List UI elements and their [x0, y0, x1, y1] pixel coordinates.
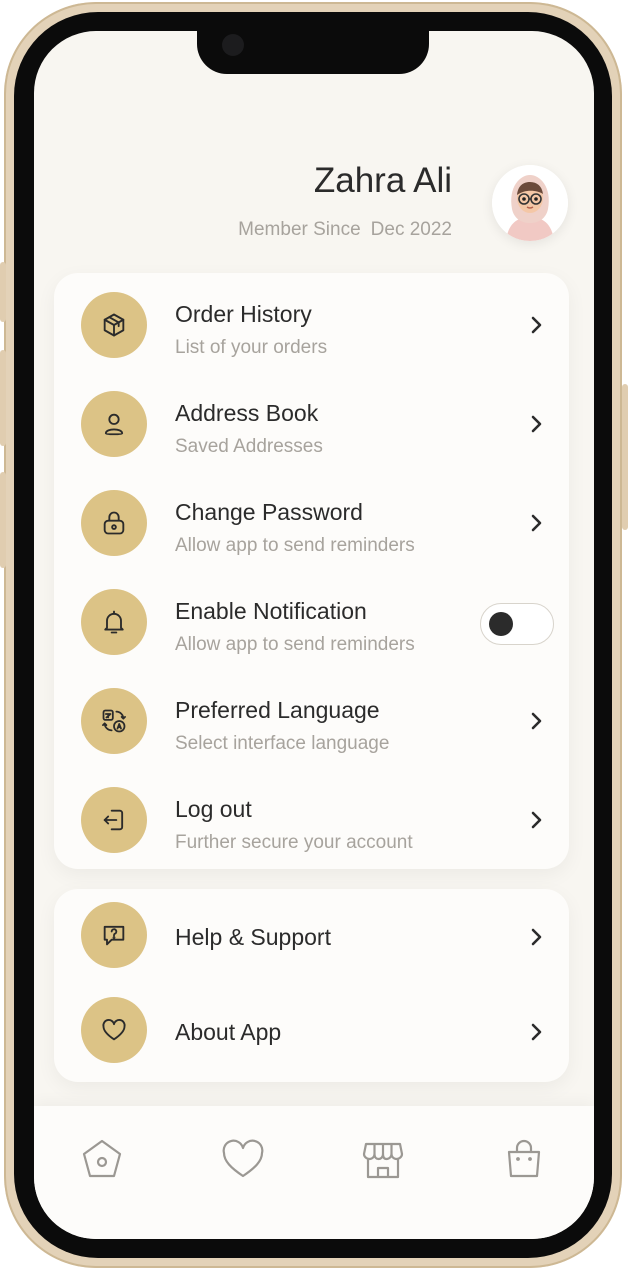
chevron-right-icon — [531, 1023, 542, 1041]
bottom-navigation — [34, 1106, 594, 1239]
nav-cart[interactable] — [501, 1136, 547, 1182]
app-screen: Zahra Ali Member Since Dec 2022 Order Hi… — [34, 31, 594, 1239]
menu-item-title: Order History — [175, 301, 312, 327]
menu-item-order-history[interactable]: Order History List of your orders — [54, 279, 569, 371]
menu-item-about-app[interactable]: About App — [54, 984, 569, 1076]
support-menu-card: Help & Support About App — [54, 889, 569, 1082]
menu-item-title: Help & Support — [175, 924, 331, 950]
phone-side-button — [622, 384, 628, 530]
toggle-knob — [489, 612, 513, 636]
notch — [197, 31, 429, 74]
menu-item-title: Log out — [175, 796, 252, 822]
menu-item-log-out[interactable]: Log out Further secure your account — [54, 774, 569, 866]
menu-item-title: About App — [175, 1019, 282, 1045]
menu-item-subtitle: Allow app to send reminders — [175, 634, 415, 655]
translate-icon — [81, 688, 147, 754]
menu-item-title: Enable Notification — [175, 598, 367, 624]
menu-item-subtitle: Saved Addresses — [175, 436, 323, 457]
lock-icon — [81, 490, 147, 556]
menu-item-title: Preferred Language — [175, 697, 380, 723]
menu-item-preferred-language[interactable]: Preferred Language Select interface lang… — [54, 675, 569, 767]
notification-toggle[interactable] — [480, 603, 554, 645]
shopping-bag-icon — [507, 1139, 541, 1178]
avatar-illustration — [492, 165, 568, 241]
member-since: Member Since Dec 2022 — [238, 219, 452, 241]
logout-icon — [81, 787, 147, 853]
menu-item-subtitle: Select interface language — [175, 733, 390, 754]
member-since-label: Member Since — [238, 219, 361, 240]
chevron-right-icon — [531, 928, 542, 946]
phone-side-button — [0, 262, 6, 322]
member-since-date: Dec 2022 — [370, 219, 452, 240]
heart-icon — [81, 997, 147, 1063]
chevron-right-icon — [531, 316, 542, 334]
menu-item-subtitle: List of your orders — [175, 337, 328, 358]
chevron-right-icon — [531, 415, 542, 433]
menu-item-title: Change Password — [175, 499, 363, 525]
menu-item-subtitle: Allow app to send reminders — [175, 535, 415, 556]
menu-item-address-book[interactable]: Address Book Saved Addresses — [54, 378, 569, 470]
account-menu-card: Order History List of your orders Addres… — [54, 273, 569, 869]
menu-item-change-password[interactable]: Change Password Allow app to send remind… — [54, 477, 569, 569]
avatar[interactable] — [492, 165, 568, 241]
favorites-icon — [222, 1139, 264, 1178]
menu-item-help-support[interactable]: Help & Support — [54, 889, 569, 981]
nav-home[interactable] — [79, 1136, 125, 1182]
profile-name: Zahra Ali — [313, 161, 452, 200]
bell-icon — [81, 589, 147, 655]
home-icon — [82, 1139, 122, 1178]
menu-item-subtitle: Further secure your account — [175, 832, 413, 853]
phone-side-button — [0, 472, 6, 568]
store-icon — [362, 1142, 404, 1179]
menu-item-title: Address Book — [175, 400, 319, 426]
nav-favorites[interactable] — [220, 1136, 266, 1182]
camera-icon — [222, 34, 244, 56]
person-icon — [81, 391, 147, 457]
menu-item-enable-notification: Enable Notification Allow app to send re… — [54, 576, 569, 668]
chevron-right-icon — [531, 514, 542, 532]
help-chat-icon — [81, 902, 147, 968]
phone-side-button — [0, 350, 6, 446]
chevron-right-icon — [531, 811, 542, 829]
box-icon — [81, 292, 147, 358]
chevron-right-icon — [531, 712, 542, 730]
nav-store[interactable] — [360, 1136, 406, 1182]
